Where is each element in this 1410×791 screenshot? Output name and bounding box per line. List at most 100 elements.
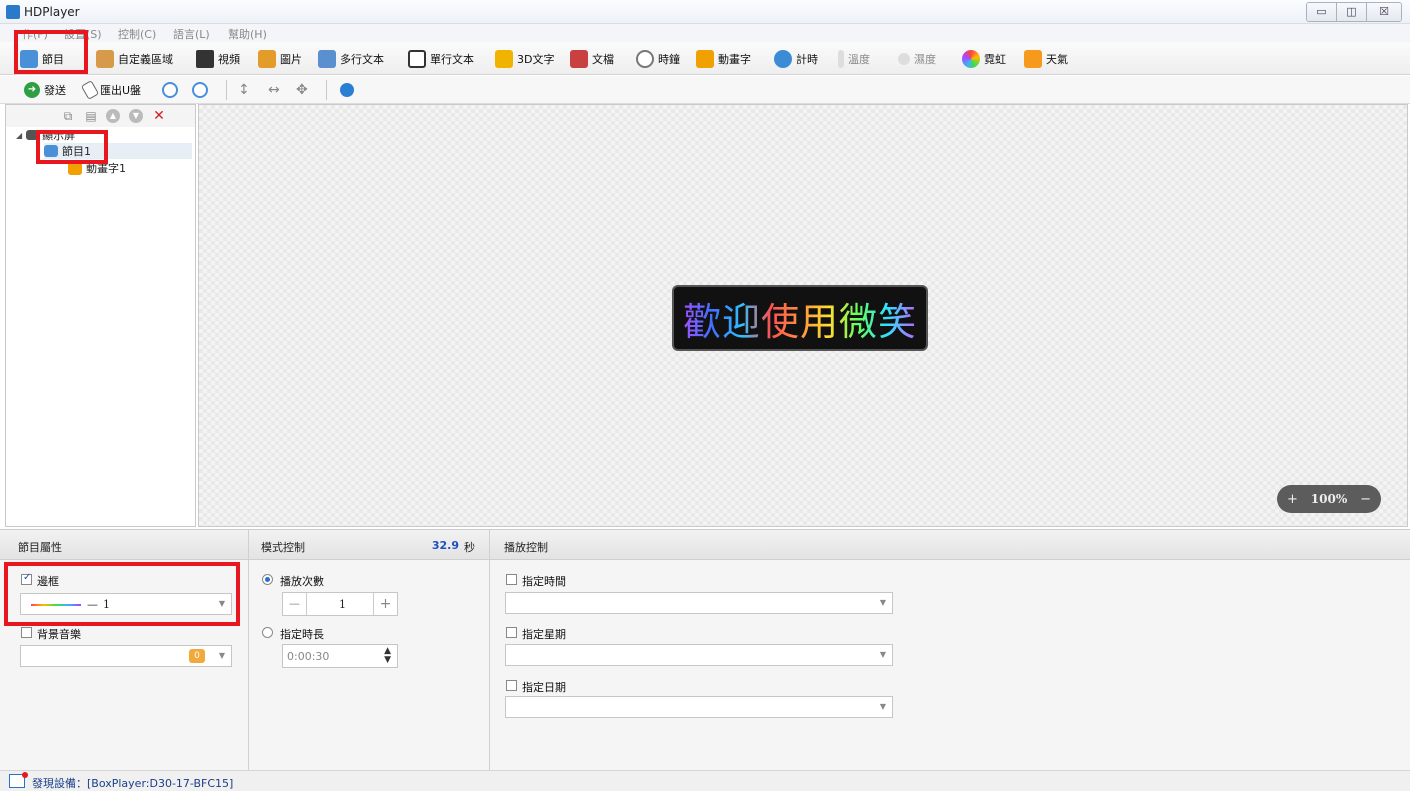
play-count-value[interactable]: 1 — [339, 598, 346, 611]
3d-text-button[interactable]: 3D文字 — [495, 49, 554, 69]
zoom-in-button[interactable] — [162, 80, 182, 100]
neon-button[interactable]: 霓虹 — [962, 49, 1006, 69]
program-button-label: 節目 — [42, 53, 64, 66]
tree-node-label: 節目1 — [62, 145, 91, 158]
toolbar-separator — [226, 80, 227, 100]
single-line-text-button[interactable]: 單行文本 — [408, 49, 474, 69]
zoom-control: + 100% − — [1277, 485, 1381, 513]
fit-height-button[interactable]: ↕ — [238, 80, 250, 100]
fit-height-icon: ↕ — [238, 82, 250, 98]
menu-help[interactable]: 幫助(H) — [228, 26, 267, 42]
neon-label: 霓虹 — [984, 53, 1006, 66]
specify-week-checkbox[interactable] — [506, 627, 517, 638]
preview-canvas[interactable]: 歡迎使用微笑 + 100% − — [198, 104, 1408, 527]
play-count-radio[interactable] — [262, 574, 273, 585]
border-checkbox[interactable] — [21, 572, 32, 585]
increment-button[interactable]: + — [373, 593, 397, 615]
timer-label: 計時 — [796, 53, 818, 66]
window-controls: ▭ ◫ ☒ — [1306, 2, 1402, 22]
specify-date-checkbox[interactable] — [506, 680, 517, 691]
custom-area-label: 自定義區域 — [118, 53, 173, 66]
panel-divider — [489, 530, 490, 771]
close-button[interactable]: ☒ — [1367, 3, 1401, 21]
decrement-button[interactable]: — — [283, 593, 307, 615]
collapse-icon[interactable]: ◢ — [16, 131, 22, 140]
fit-all-button[interactable]: ✥ — [296, 80, 308, 100]
menu-language[interactable]: 語言(L) — [173, 26, 210, 42]
move-down-icon[interactable]: ▼ — [129, 109, 143, 123]
minimize-button[interactable]: ▭ — [1307, 3, 1337, 21]
document-label: 文檔 — [592, 53, 614, 66]
element-toolbar: 節目 自定義區域 視頻 圖片 多行文本 單行文本 3D文字 文檔 時鐘 動畫字 … — [0, 42, 1410, 75]
title-bar: HDPlayer ▭ ◫ ☒ — [0, 0, 1410, 24]
delete-icon[interactable]: ✕ — [152, 109, 166, 123]
export-usb-button[interactable]: 匯出U盤 — [80, 80, 142, 100]
humidity-button[interactable]: 濕度 — [898, 49, 936, 69]
animated-text-icon — [696, 50, 714, 68]
specify-time-checkbox[interactable] — [506, 574, 517, 585]
tree-node-label: 顯示屏 — [42, 129, 76, 142]
specify-week-label: 指定星期 — [522, 628, 566, 641]
animated-text-button[interactable]: 動畫字 — [696, 49, 751, 69]
border-style-select[interactable]: — 1 ▼ — [20, 593, 232, 615]
program-button[interactable]: 節目 — [20, 49, 64, 69]
specify-week-select[interactable]: ▼ — [505, 644, 893, 666]
toolbar-separator — [86, 48, 87, 70]
bg-music-label: 背景音樂 — [37, 628, 81, 641]
spin-icon[interactable]: ▲ ▼ — [384, 647, 391, 665]
chevron-down-icon: ▼ — [879, 702, 887, 711]
picture-button[interactable]: 圖片 — [258, 49, 302, 69]
zoom-in-button[interactable]: + — [1287, 492, 1298, 507]
menu-file[interactable]: 作(F) — [22, 26, 48, 42]
preview-button[interactable] — [340, 80, 358, 100]
tree-node-animated-text[interactable]: 動畫字1 — [68, 160, 126, 176]
zoom-out-button[interactable]: − — [1360, 492, 1371, 507]
play-count-stepper[interactable]: — 1 + — [282, 592, 398, 616]
bg-music-select[interactable]: 0 ▼ — [20, 645, 232, 667]
usb-icon — [80, 80, 100, 100]
fit-width-button[interactable]: ↔ — [268, 80, 280, 100]
tree-node-program[interactable]: 節目1 — [44, 143, 192, 159]
status-text: 發現設備：[BoxPlayer:D30-17-BFC15] — [32, 777, 234, 790]
paste-icon[interactable]: ▤ — [84, 109, 98, 123]
maximize-button[interactable]: ◫ — [1337, 3, 1367, 21]
move-icon: ✥ — [296, 82, 308, 98]
weather-button[interactable]: 天氣 — [1024, 49, 1068, 69]
tree-node-screen[interactable]: ◢ 顯示屏 — [16, 127, 75, 143]
clock-button[interactable]: 時鐘 — [636, 49, 680, 69]
led-screen-preview[interactable]: 歡迎使用微笑 — [672, 285, 928, 351]
copy-icon[interactable]: ⧉ — [61, 109, 75, 123]
send-button[interactable]: ➜ 發送 — [24, 80, 66, 100]
mode-control-header: 模式控制 32.9 秒 — [249, 530, 489, 560]
zoom-level: 100% — [1310, 492, 1348, 506]
timer-icon — [774, 50, 792, 68]
temperature-button[interactable]: 溫度 — [838, 49, 870, 69]
border-label: 邊框 — [37, 575, 59, 588]
program-props-header: 節目屬性 — [0, 530, 248, 560]
specify-date-select[interactable]: ▼ — [505, 696, 893, 718]
zoom-out-icon — [192, 82, 208, 98]
document-button[interactable]: 文檔 — [570, 49, 614, 69]
timer-button[interactable]: 計時 — [774, 49, 818, 69]
menu-settings[interactable]: 設置(S) — [64, 26, 102, 42]
duration-input-value[interactable]: 0:00:30 — [287, 650, 329, 663]
document-icon — [570, 50, 588, 68]
led-text: 歡迎使用微笑 — [683, 291, 917, 346]
zoom-in-icon — [162, 82, 178, 98]
video-button[interactable]: 視頻 — [196, 49, 240, 69]
custom-area-button[interactable]: 自定義區域 — [96, 49, 173, 69]
bg-music-checkbox[interactable] — [21, 627, 32, 638]
duration-radio[interactable] — [262, 627, 273, 638]
multiline-text-label: 多行文本 — [340, 53, 384, 66]
chevron-down-icon: ▼ — [879, 598, 887, 607]
move-up-icon[interactable]: ▲ — [106, 109, 120, 123]
alert-dot-icon — [22, 772, 28, 778]
export-usb-label: 匯出U盤 — [100, 84, 142, 97]
zoom-out-button[interactable] — [192, 80, 212, 100]
tree-node-label: 動畫字1 — [86, 162, 126, 175]
multiline-text-button[interactable]: 多行文本 — [318, 49, 384, 69]
toolbar-separator — [326, 80, 327, 100]
menu-control[interactable]: 控制(C) — [118, 26, 156, 42]
specify-time-select[interactable]: ▼ — [505, 592, 893, 614]
duration-input[interactable]: 0:00:30 ▲ ▼ — [282, 644, 398, 668]
